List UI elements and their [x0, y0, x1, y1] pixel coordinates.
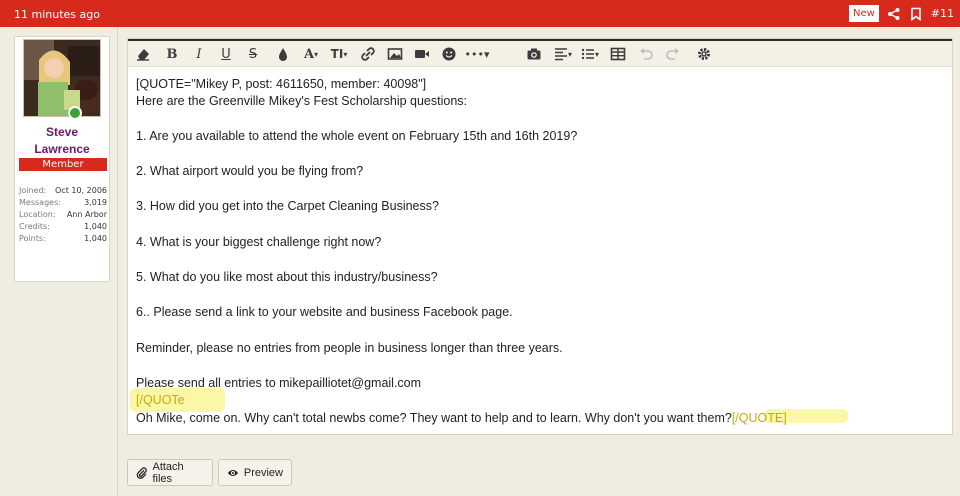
color-icon[interactable]: [276, 46, 290, 62]
stat-joined: Joined: Oct 10, 2006: [19, 186, 107, 195]
italic-button[interactable]: I: [192, 46, 206, 62]
user-card: Steve Lawrence Member Joined: Oct 10, 200…: [14, 36, 110, 282]
share-icon[interactable]: [887, 7, 901, 21]
eraser-icon[interactable]: [135, 46, 151, 62]
user-stats: Joined: Oct 10, 2006 Messages: 3,019 Locat…: [19, 185, 107, 245]
list-icon: [581, 48, 594, 60]
table-icon[interactable]: [610, 46, 626, 62]
text-line: 1. Are you available to attend the whole…: [136, 129, 578, 143]
online-status-icon: [68, 106, 82, 120]
text-line-last: Oh Mike, come on. Why can't total newbs …: [136, 411, 787, 425]
underline-button[interactable]: U: [219, 46, 233, 62]
text-line: Please send all entries to mikepailliote…: [136, 376, 422, 390]
strikethrough-button[interactable]: S: [246, 46, 260, 62]
align-icon: [554, 48, 567, 61]
paperclip-icon: [136, 466, 147, 479]
eye-icon: [227, 469, 239, 476]
text-line: 6.. Please send a link to your website a…: [136, 305, 513, 319]
undo-icon[interactable]: [638, 46, 654, 62]
attach-files-button[interactable]: Attach files: [127, 459, 213, 486]
text-line-highlighted: [/QUOTe: [136, 393, 185, 407]
text-line: [QUOTE="Mikey P, post: 4611650, member: …: [136, 77, 427, 91]
image-icon[interactable]: [387, 46, 403, 62]
user-role-banner: Member: [19, 158, 107, 171]
post-number-link[interactable]: #11: [931, 7, 954, 20]
font-family-button[interactable]: A ▾: [300, 46, 322, 62]
bold-button[interactable]: B: [165, 46, 179, 62]
link-icon[interactable]: [360, 46, 376, 62]
stat-location: Location: Ann Arbor: [19, 210, 107, 219]
username-line1[interactable]: Steve: [15, 125, 109, 139]
text-line: Here are the Greenville Mikey's Fest Sch…: [136, 94, 468, 108]
user-column: Steve Lawrence Member Joined: Oct 10, 200…: [0, 27, 118, 496]
text-size-button[interactable]: TI ▾: [328, 46, 350, 62]
text-line: 5. What do you like most about this indu…: [136, 270, 438, 284]
message-editor[interactable]: B I U S A ▾ TI ▾ •••▾ ▾ ▾ [QUOTE="Mikey P,…: [127, 38, 953, 435]
editor-toolbar: B I U S A ▾ TI ▾ •••▾ ▾ ▾: [128, 39, 952, 67]
align-button[interactable]: ▾: [552, 46, 574, 62]
camera-icon[interactable]: [526, 46, 542, 62]
stat-points: Points: 1,040: [19, 234, 107, 243]
post-header: 11 minutes ago New #11: [0, 0, 960, 27]
stat-messages: Messages: 3,019: [19, 198, 107, 207]
new-badge: New: [848, 5, 879, 22]
stat-credits: Credits: 1,040: [19, 222, 107, 231]
post-time[interactable]: 11 minutes ago: [14, 8, 100, 21]
avatar[interactable]: [23, 39, 101, 117]
list-button[interactable]: ▾: [579, 46, 601, 62]
media-icon[interactable]: [414, 46, 430, 62]
username-line2[interactable]: Lawrence: [15, 142, 109, 156]
text-line: 4. What is your biggest challenge right …: [136, 235, 382, 249]
more-options-icon[interactable]: •••▾: [464, 46, 490, 62]
smilie-icon[interactable]: [441, 46, 457, 62]
text-line: 2. What airport would you be flying from…: [136, 164, 364, 178]
redo-icon[interactable]: [665, 46, 681, 62]
bookmark-icon[interactable]: [909, 7, 923, 21]
preview-button[interactable]: Preview: [218, 459, 292, 486]
settings-icon[interactable]: [696, 46, 712, 62]
text-line: Reminder, please no entries from people …: [136, 341, 563, 355]
text-line: 3. How did you get into the Carpet Clean…: [136, 199, 439, 213]
